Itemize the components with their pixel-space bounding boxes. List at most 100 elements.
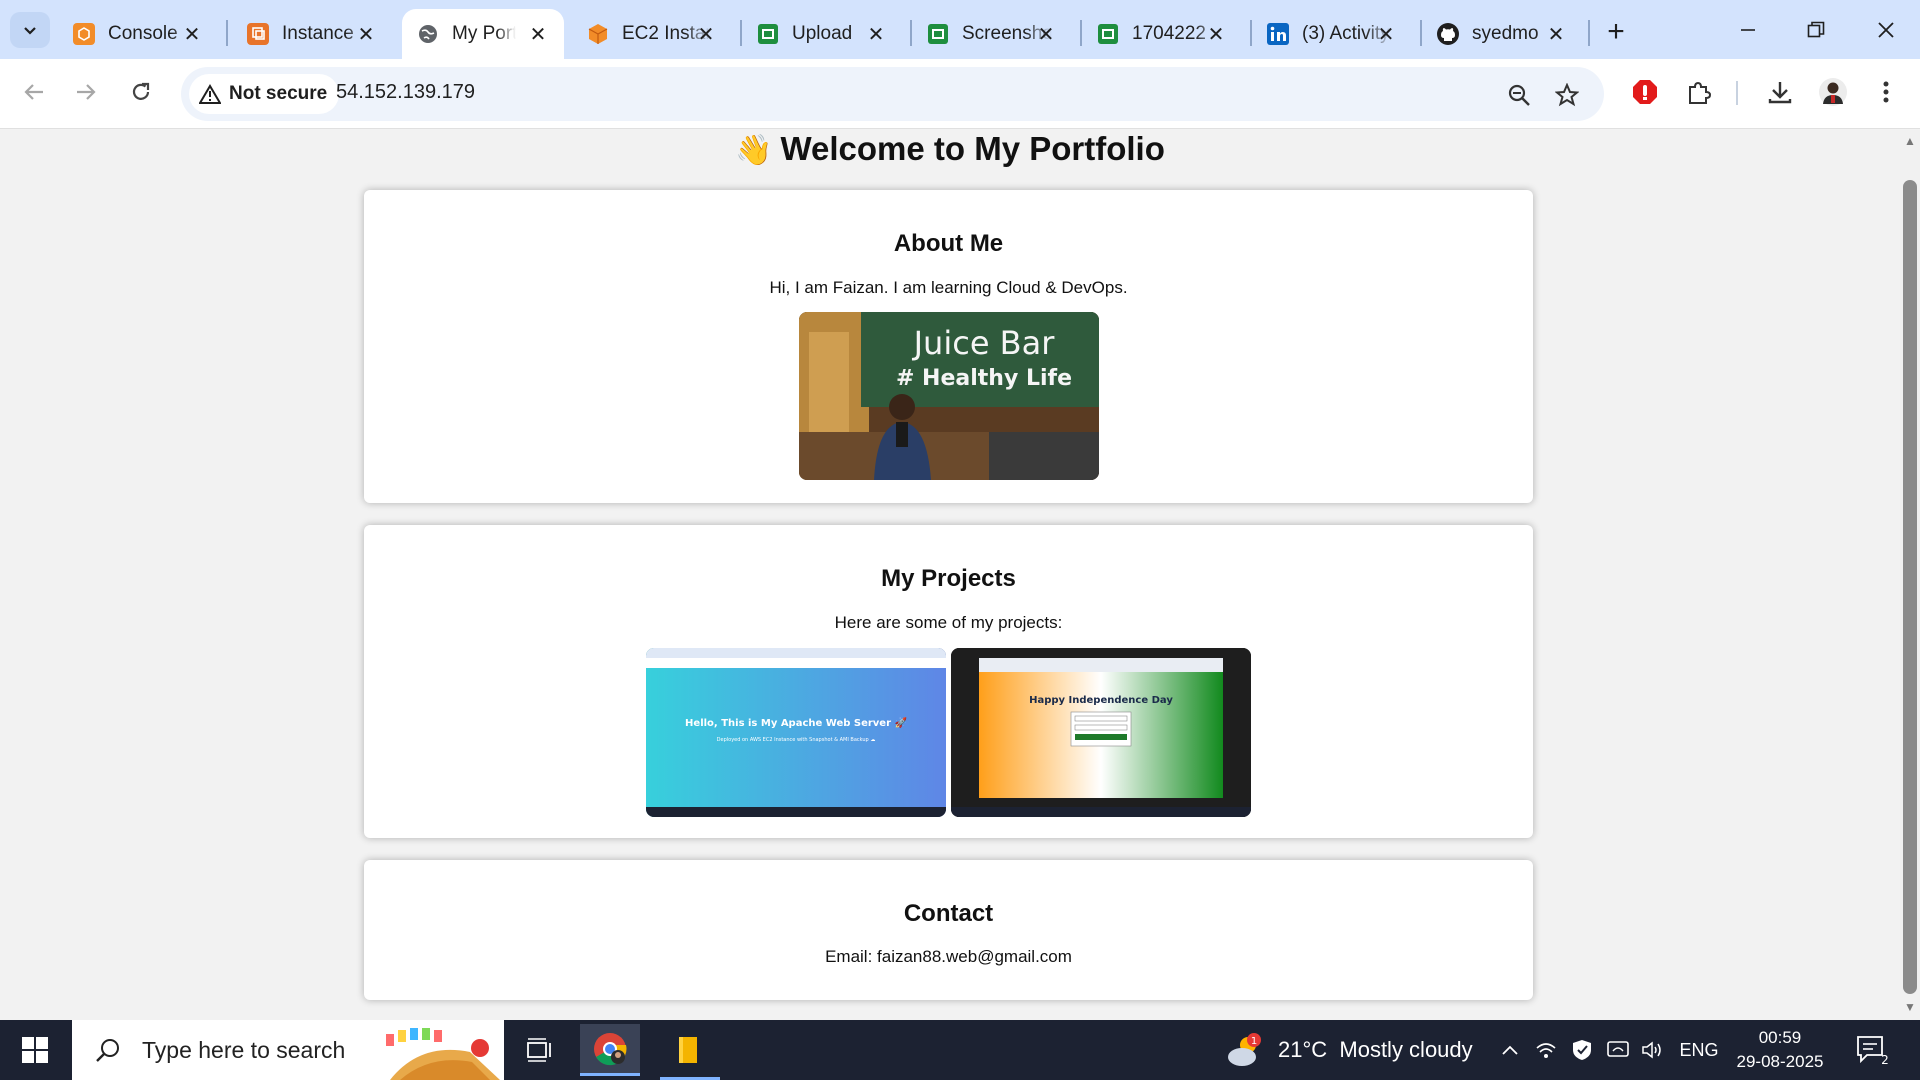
security-status[interactable] xyxy=(1568,1036,1596,1064)
search-placeholder: Type here to search xyxy=(142,1036,346,1063)
task-view-button[interactable] xyxy=(510,1024,570,1076)
display-status[interactable] xyxy=(1604,1036,1632,1064)
page-title: 👋 Welcome to My Portfolio xyxy=(0,130,1900,168)
minimize-button[interactable] xyxy=(1718,10,1778,50)
notification-center-button[interactable]: 2 xyxy=(1855,1034,1891,1067)
tab-screenshot[interactable]: Screenshot ✕ xyxy=(912,9,1072,59)
address-bar[interactable]: Not secure 54.152.139.179 xyxy=(181,67,1604,121)
chrome-icon xyxy=(594,1032,627,1065)
contact-heading: Contact xyxy=(903,900,994,927)
weather-cloudy-icon: 1 xyxy=(1228,1033,1261,1066)
search-highlight-illustration xyxy=(386,1028,500,1080)
project-thumbnail-independence[interactable]: Happy Independence Day xyxy=(951,648,1251,817)
weather-widget[interactable]: 1 21°C Mostly cloudy xyxy=(1224,1020,1473,1080)
close-icon[interactable]: ✕ xyxy=(694,22,718,46)
close-icon[interactable]: ✕ xyxy=(1374,22,1398,46)
site-info-button[interactable]: Not secure xyxy=(189,74,340,114)
globe-icon xyxy=(416,22,440,46)
extensions-button[interactable] xyxy=(1681,74,1717,110)
tab-upload[interactable]: Upload ✕ xyxy=(742,9,902,59)
tab-my-portfolio[interactable]: My Portfolio ✕ xyxy=(402,9,564,59)
svg-text:1: 1 xyxy=(1251,1036,1257,1047)
restore-icon xyxy=(1807,21,1825,38)
new-tab-button[interactable]: + xyxy=(1598,14,1634,50)
sheets-icon xyxy=(1096,22,1120,46)
toolbar-separator xyxy=(1736,81,1738,105)
restore-button[interactable] xyxy=(1786,10,1846,50)
contact-email: Email: faizan88.web@gmail.com xyxy=(825,947,1072,966)
scroll-down-arrow-icon[interactable]: ▼ xyxy=(1901,1000,1919,1018)
language-indicator[interactable]: ENG xyxy=(1676,1036,1722,1064)
tab-label: My Portfolio xyxy=(452,23,516,44)
url-text[interactable]: 54.152.139.179 xyxy=(336,81,475,104)
folder-icon xyxy=(679,1037,697,1063)
page-viewport: 👋 Welcome to My Portfolio About Me Hi, I … xyxy=(0,130,1900,1020)
tab-github[interactable]: syedmo ✕ xyxy=(1422,9,1582,59)
tab-ec2-instance[interactable]: EC2 Instance ✕ xyxy=(572,9,732,59)
notification-icon: 2 xyxy=(1857,1036,1889,1067)
taskbar-chrome[interactable] xyxy=(580,1024,640,1076)
arrow-right-icon xyxy=(77,84,96,100)
extension-adblock-button[interactable] xyxy=(1627,74,1663,110)
start-button[interactable] xyxy=(10,1030,60,1070)
tab-separator xyxy=(226,20,228,46)
security-status-label: Not secure xyxy=(229,83,328,104)
about-heading: About Me xyxy=(893,230,1004,257)
warning-icon xyxy=(199,84,221,104)
shield-icon xyxy=(1573,1040,1591,1060)
bookmark-button[interactable] xyxy=(1551,79,1583,111)
scrollbar-thumb[interactable] xyxy=(1903,180,1917,994)
profile-photo: Juice Bar # Healthy Life xyxy=(799,312,1099,480)
close-icon[interactable]: ✕ xyxy=(1204,22,1228,46)
reload-icon xyxy=(132,82,150,100)
taskbar-file-explorer[interactable] xyxy=(660,1024,720,1076)
chevron-up-icon xyxy=(1502,1045,1518,1055)
about-text: Hi, I am Faizan. I am learning Cloud & D… xyxy=(769,278,1128,297)
svg-text:2: 2 xyxy=(1881,1053,1889,1066)
weather-text: 21°C Mostly cloudy xyxy=(1278,1037,1473,1062)
tab-instance[interactable]: Instance ✕ xyxy=(232,9,392,59)
windows-logo-icon xyxy=(22,1037,48,1063)
close-icon[interactable]: ✕ xyxy=(526,22,550,46)
close-icon[interactable]: ✕ xyxy=(354,22,378,46)
close-icon[interactable]: ✕ xyxy=(864,22,888,46)
volume-button[interactable] xyxy=(1638,1036,1666,1064)
about-card: About Me Hi, I am Faizan. I am learning … xyxy=(364,190,1533,503)
avatar xyxy=(1819,78,1847,106)
tab-search-button[interactable] xyxy=(10,12,50,48)
sheets-icon xyxy=(926,22,950,46)
scroll-up-arrow-icon[interactable]: ▲ xyxy=(1901,134,1919,152)
profile-button[interactable] xyxy=(1815,74,1851,110)
projects-card: My Projects Here are some of my projects… xyxy=(364,525,1533,838)
monitor-icon xyxy=(1607,1041,1629,1057)
reload-button[interactable] xyxy=(121,72,161,112)
close-icon[interactable]: ✕ xyxy=(1544,22,1568,46)
clock-time: 00:59 xyxy=(1758,1028,1802,1047)
close-window-button[interactable] xyxy=(1856,10,1916,50)
aws-orange-icon xyxy=(72,22,96,46)
tab-1704222[interactable]: 1704222 ✕ xyxy=(1082,9,1242,59)
clock-date: 29-08-2025 xyxy=(1736,1052,1824,1071)
back-button[interactable] xyxy=(14,72,54,112)
downloads-button[interactable] xyxy=(1762,74,1798,110)
menu-button[interactable] xyxy=(1868,74,1904,110)
forward-button[interactable] xyxy=(66,72,106,112)
close-icon[interactable]: ✕ xyxy=(180,22,204,46)
project2-caption: Happy Independence Day xyxy=(1029,695,1173,706)
taskbar-search-box[interactable]: Type here to search xyxy=(72,1020,504,1080)
taskbar-clock[interactable]: 00:59 29-08-2025 xyxy=(1730,1026,1830,1074)
close-icon xyxy=(1878,22,1894,38)
wifi-icon xyxy=(1536,1043,1556,1058)
show-hidden-icons-button[interactable] xyxy=(1496,1036,1524,1064)
star-icon xyxy=(1555,83,1579,107)
close-icon[interactable]: ✕ xyxy=(1034,22,1058,46)
arrow-left-icon xyxy=(24,84,43,100)
waving-hand-icon: 👋 xyxy=(735,134,773,167)
download-icon xyxy=(1768,82,1792,104)
project-thumbnail-apache[interactable]: Hello, This is My Apache Web Server 🚀 De… xyxy=(646,648,946,817)
network-status[interactable] xyxy=(1532,1036,1560,1064)
zoom-button[interactable] xyxy=(1503,79,1535,111)
windows-taskbar: Type here to search 1 21°C Mostly cloudy xyxy=(0,1020,1920,1080)
tab-linkedin[interactable]: (3) Activity ✕ xyxy=(1252,9,1412,59)
tab-console[interactable]: Console ✕ xyxy=(58,9,218,59)
